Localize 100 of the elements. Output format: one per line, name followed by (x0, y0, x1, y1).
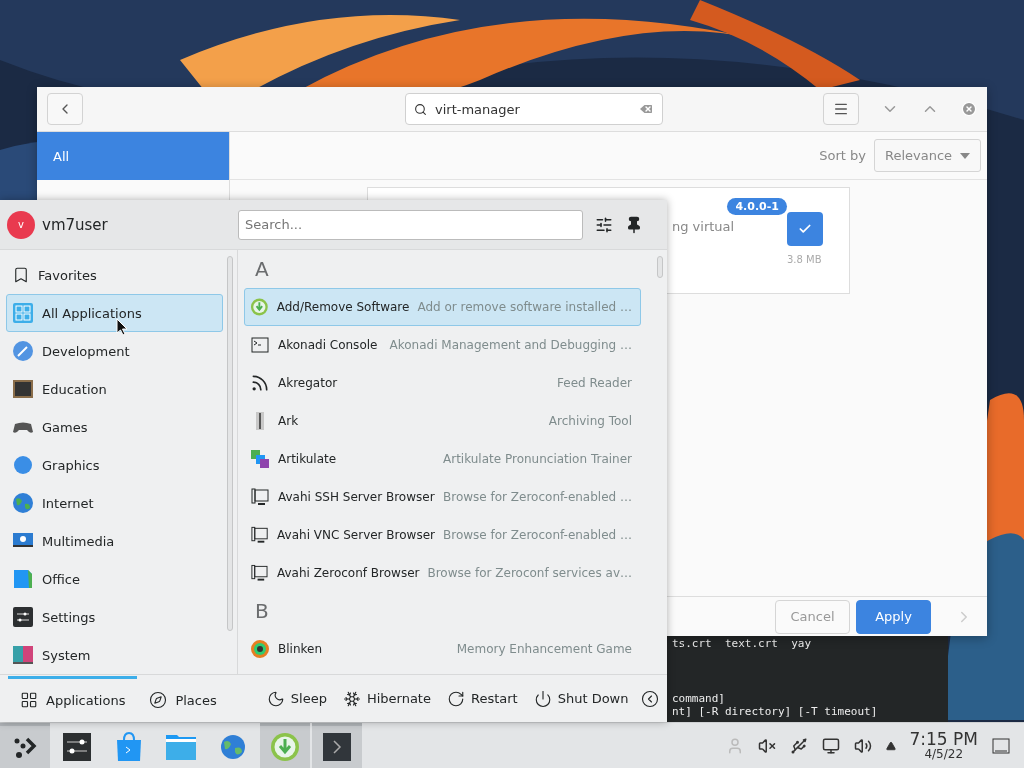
sleep-button[interactable]: Sleep (258, 681, 335, 716)
scrollbar[interactable] (227, 256, 233, 631)
terminal-icon (321, 731, 353, 763)
clock-time: 7:15 PM (909, 731, 978, 748)
app-item[interactable]: Artikulate Artikulate Pronunciation Trainer (244, 440, 641, 478)
category-item[interactable]: Settings (6, 598, 223, 636)
app-item[interactable]: Akregator Feed Reader (244, 364, 641, 402)
chalkboard-icon (12, 378, 34, 400)
menu-button[interactable] (823, 93, 859, 125)
taskbar-app[interactable] (0, 723, 50, 768)
app-name: Avahi VNC Server Browser (277, 528, 435, 542)
app-name: Artikulate (278, 452, 337, 466)
category-item[interactable]: Development (6, 332, 223, 370)
category-item[interactable]: System (6, 636, 223, 674)
category-item[interactable]: Multimedia (6, 522, 223, 560)
app-item[interactable]: Avahi SSH Server Browser Browse for Zeroconf-enabled … (244, 478, 641, 516)
category-item[interactable]: Games (6, 408, 223, 446)
app-name: Akregator (278, 376, 338, 390)
power-icon (533, 689, 552, 708)
usb-icon[interactable] (789, 736, 808, 755)
app-description: Akonadi Management and Debugging … (389, 338, 632, 352)
rss-icon (250, 373, 270, 393)
check-icon (798, 222, 812, 236)
restart-icon (446, 689, 465, 708)
terminal-line: nt] [-R directory] [-T timeout] (672, 705, 879, 718)
app-name: Add/Remove Software (276, 300, 410, 314)
user-avatar[interactable]: v (7, 210, 35, 239)
app-item[interactable]: Ark Archiving Tool (244, 402, 641, 440)
sidebar-item[interactable]: All (37, 132, 229, 180)
install-button[interactable] (787, 212, 823, 246)
network-monitor-icon (250, 487, 270, 507)
pin-button[interactable] (625, 215, 643, 234)
search-field[interactable]: Search... (238, 209, 583, 240)
compass-icon (149, 691, 168, 709)
close-button[interactable] (961, 101, 977, 117)
search-text: virt-manager (435, 101, 520, 117)
category-item[interactable]: All Applications (6, 294, 223, 332)
system-icon (12, 644, 34, 666)
category-item[interactable]: Office (6, 560, 223, 598)
apply-button[interactable]: Apply (856, 599, 931, 634)
mute-icon[interactable] (757, 736, 776, 755)
snowflake-icon (342, 689, 361, 708)
grid-icon (20, 691, 38, 709)
menu-icon (833, 101, 849, 117)
menu-tab[interactable]: Places (137, 675, 229, 722)
version-badge: 4.0.0-1 (727, 198, 787, 215)
app-name: Akonadi Console (278, 338, 378, 352)
clock[interactable]: 7:15 PM 4/5/22 (909, 731, 978, 760)
sliders-icon (12, 606, 34, 628)
category-item[interactable]: Education (6, 370, 223, 408)
expand-icon[interactable] (885, 740, 896, 751)
app-description: ng virtual (672, 219, 736, 234)
app-name: Avahi SSH Server Browser (278, 490, 435, 504)
show-desktop-button[interactable] (992, 737, 1010, 754)
taskbar-app[interactable] (312, 723, 362, 768)
hibernate-button[interactable]: Hibernate (334, 681, 439, 716)
monitor-icon[interactable] (821, 736, 840, 755)
app-description: Add or remove software installed … (417, 300, 632, 314)
cubes-icon (250, 449, 270, 469)
app-item[interactable]: Avahi Zeroconf Browser Browse for Zeroconf services av… (244, 554, 641, 592)
app-item[interactable]: Avahi VNC Server Browser Browse for Zeroconf-enabled … (244, 516, 641, 554)
app-description: Archiving Tool (548, 414, 632, 428)
category-item[interactable]: Favorites (6, 256, 223, 294)
settings-button[interactable] (595, 215, 613, 234)
section-letter: B (254, 598, 270, 625)
app-description: Browse for Zeroconf services av… (427, 566, 632, 580)
bookmark-icon (12, 266, 30, 284)
user-name: vm7user (42, 215, 109, 234)
app-description: Feed Reader (557, 376, 632, 390)
category-item[interactable]: Graphics (6, 446, 223, 484)
network-monitor-icon (250, 563, 269, 583)
network-monitor-icon (250, 525, 270, 545)
app-description: Artikulate Pronunciation Trainer (443, 452, 632, 466)
search-icon (414, 102, 427, 116)
app-item[interactable]: Add/Remove Software Add or remove software installed … (244, 288, 641, 326)
download-icon (250, 297, 269, 317)
download-icon (269, 731, 301, 763)
app-name: Avahi Zeroconf Browser (276, 566, 420, 580)
category-item[interactable]: Internet (6, 484, 223, 522)
volume-icon[interactable] (853, 736, 872, 755)
colorful-circle-icon (250, 639, 270, 659)
terminal-icon (250, 335, 270, 355)
search-field[interactable]: virt-manager (405, 93, 663, 125)
shutdown-button[interactable]: Shut Down (525, 681, 637, 716)
scrollbar[interactable] (657, 256, 663, 278)
sliders-icon (61, 731, 93, 763)
restart-button[interactable]: Restart (438, 681, 526, 716)
app-item[interactable]: Akonadi Console Akonadi Management and Debugging … (244, 326, 641, 364)
grid-icon (12, 302, 34, 324)
app-description: Browse for Zeroconf-enabled … (443, 528, 632, 542)
section-letter: A (254, 256, 270, 283)
app-size: 3.8 MB (787, 254, 822, 265)
terminal-line: command] (672, 692, 726, 705)
back-button[interactable] (641, 689, 659, 708)
app-item[interactable]: Blinken Memory Enhancement Game (244, 630, 641, 668)
terminal-line: ts.crt text.crt yay (672, 637, 813, 650)
moon-icon (266, 689, 285, 708)
app-name: Ark (278, 414, 299, 428)
caret-icon (960, 152, 970, 159)
app-description: Memory Enhancement Game (456, 642, 632, 656)
